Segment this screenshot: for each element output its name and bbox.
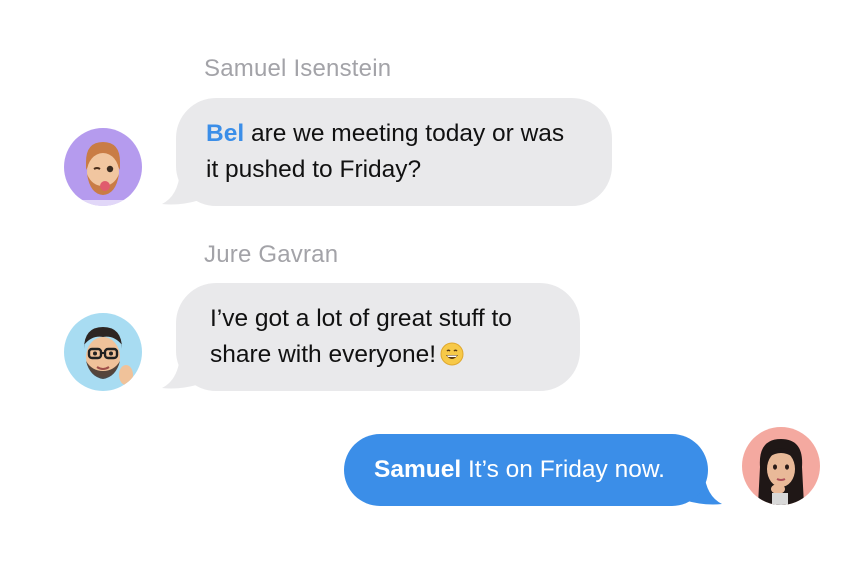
memoji-bel-avatar[interactable] (742, 427, 820, 505)
memoji-samuel-avatar[interactable] (64, 128, 142, 206)
message-bubble[interactable]: Samuel It’s on Friday now. (344, 434, 708, 506)
message-line-2: it pushed to Friday? (206, 156, 422, 183)
grinning-face-icon (440, 341, 464, 377)
message-bubble[interactable]: Bel are we meeting today or was it pushe… (176, 98, 612, 206)
message-line-2: share with everyone! (210, 337, 546, 377)
message-text: It’s on Friday now. (461, 456, 665, 483)
memoji-jure-avatar[interactable] (64, 313, 142, 391)
message-bubble[interactable]: I’ve got a lot of great stuff to share w… (176, 283, 580, 391)
sender-name: Jure Gavran (204, 241, 339, 268)
message-line-1: Bel are we meeting today or was (206, 116, 582, 152)
mention[interactable]: Samuel (374, 456, 461, 483)
mention[interactable]: Bel (206, 120, 244, 147)
message-text: are we meeting today or was (244, 120, 565, 147)
sender-name: Samuel Isenstein (204, 55, 392, 82)
message-text: share with everyone! (210, 341, 437, 368)
message-line-1: I’ve got a lot of great stuff to (210, 305, 512, 332)
